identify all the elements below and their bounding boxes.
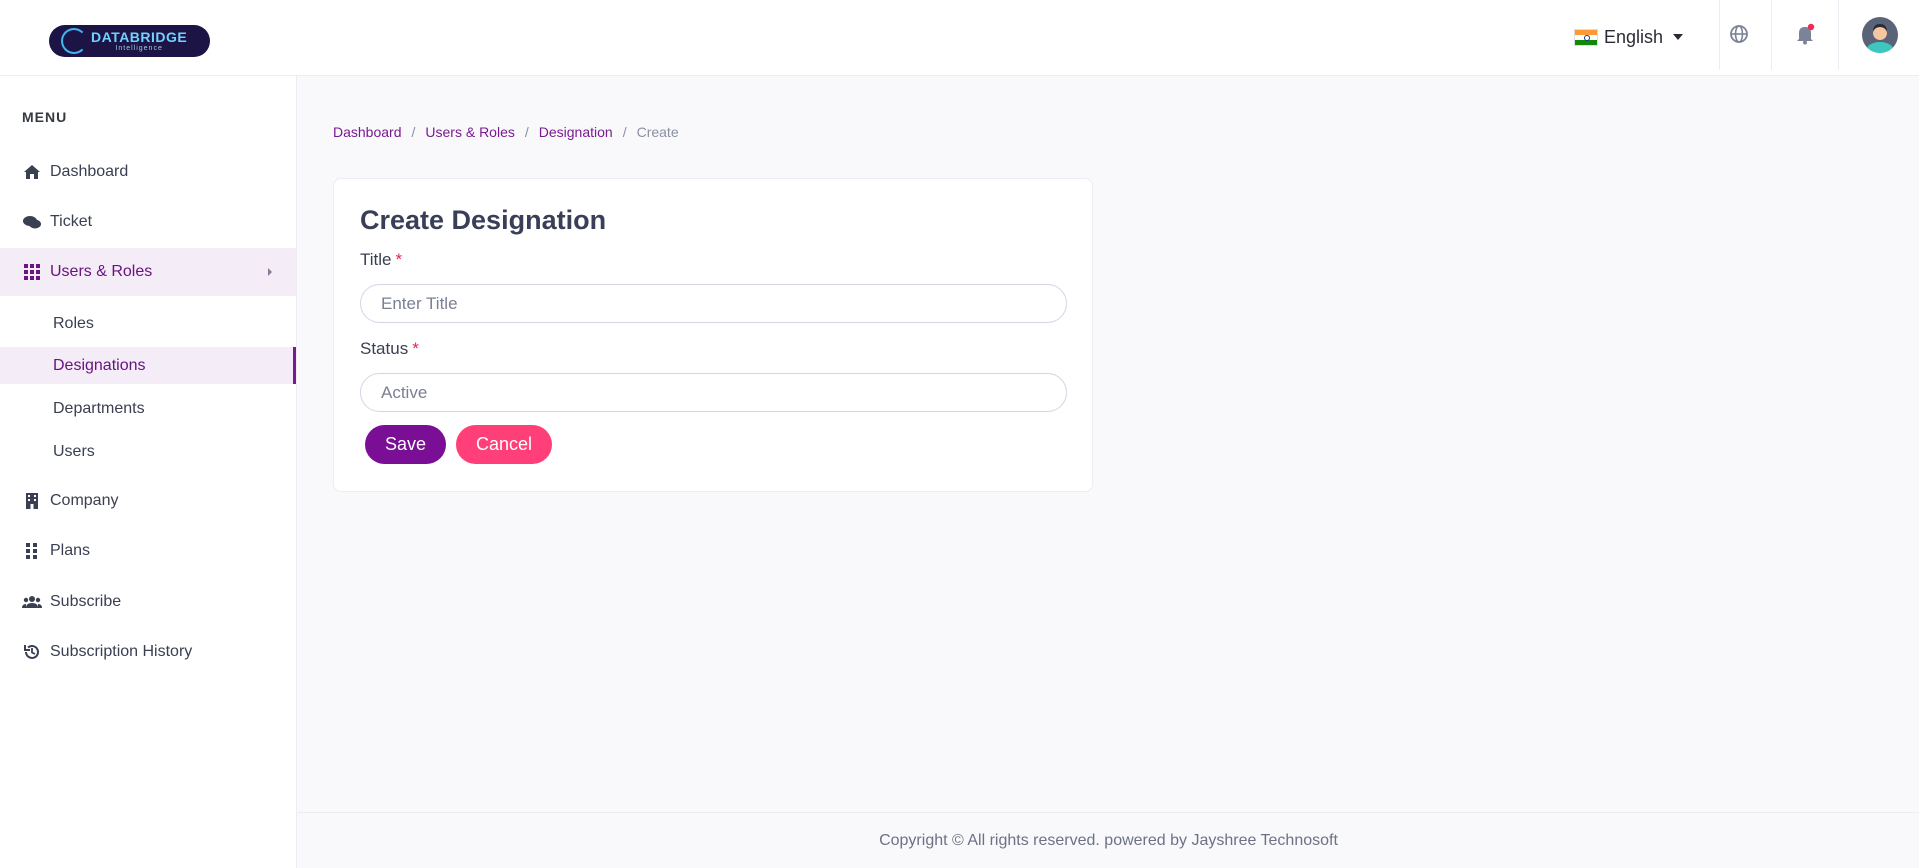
sidebar-subitem-roles[interactable]: Roles [0,305,296,342]
india-flag-icon [1574,28,1598,46]
logo-name: DATABRIDGE [91,29,188,45]
copyright-text: Copyright © All rights reserved. powered… [879,831,1338,849]
status-select[interactable]: Active [360,373,1067,412]
sidebar-subitem-designations[interactable]: Designations [0,347,296,384]
home-icon [22,162,42,182]
avatar-icon [1862,17,1898,53]
sidebar-subitem-departments[interactable]: Departments [0,390,296,427]
menu-title: MENU [22,109,68,125]
save-button[interactable]: Save [365,425,446,464]
caret-down-icon [1673,34,1684,40]
logo-mark-icon [61,28,87,54]
breadcrumb-separator: / [622,124,627,140]
comments-icon [22,212,42,232]
required-mark: * [395,250,403,269]
language-selector[interactable]: English [1574,24,1684,50]
required-mark: * [412,339,419,358]
user-avatar[interactable] [1862,17,1898,53]
breadcrumb-separator: / [411,124,416,140]
building-icon [22,491,42,511]
sidebar-item-label: Ticket [50,213,93,230]
top-bar: DATABRIDGE Intelligence English [0,0,1919,76]
dots-grid-icon [22,541,42,561]
sidebar-item-dashboard[interactable]: Dashboard [0,148,296,196]
sidebar-subitem-label: Designations [53,356,146,374]
sidebar-item-label: Subscribe [50,593,122,610]
chevron-right-icon [268,268,272,276]
sidebar-item-subscription-history[interactable]: Subscription History [0,628,296,676]
breadcrumb-users-roles[interactable]: Users & Roles [425,124,514,140]
status-label: Status * [360,339,419,358]
breadcrumb: Dashboard / Users & Roles / Designation … [333,124,679,140]
sidebar-item-plans[interactable]: Plans [0,527,296,575]
footer: Copyright © All rights reserved. powered… [298,812,1919,868]
status-value: Active [381,382,428,402]
sidebar-item-ticket[interactable]: Ticket [0,198,296,246]
globe-button[interactable] [1719,18,1759,50]
create-designation-card: Create Designation Title* Status* Active… [333,178,1093,492]
sidebar: MENU Dashboard Ticket Users & Roles Role… [0,76,297,868]
title-input[interactable] [360,284,1067,323]
sidebar-subitem-users[interactable]: Users [0,433,296,470]
sidebar-item-label: Plans [50,542,91,559]
title-label: Title * [360,250,403,269]
bell-icon [1797,23,1815,45]
cancel-button[interactable]: Cancel [456,425,552,464]
header-divider [1771,0,1772,70]
logo-subtitle: Intelligence [115,45,163,52]
sidebar-subitem-label: Users [53,442,95,460]
sidebar-item-label: Company [50,492,119,509]
sidebar-subitem-label: Departments [53,399,145,417]
breadcrumb-separator: / [524,124,529,140]
sidebar-item-label: Dashboard [50,163,129,180]
sidebar-item-users-roles[interactable]: Users & Roles [0,248,296,296]
page-title: Create Designation [360,205,607,235]
header-divider [1838,0,1839,70]
breadcrumb-current: Create [636,124,679,140]
notification-button[interactable] [1785,18,1825,50]
sidebar-item-company[interactable]: Company [0,477,296,525]
sidebar-item-subscribe[interactable]: Subscribe [0,578,296,626]
logo[interactable]: DATABRIDGE Intelligence [49,25,210,57]
sidebar-item-label: Subscription History [50,643,193,660]
history-icon [22,642,42,662]
breadcrumb-designation[interactable]: Designation [539,124,613,140]
grid-icon [22,262,42,282]
users-icon [22,592,42,612]
breadcrumb-dashboard[interactable]: Dashboard [333,124,402,140]
sidebar-item-label: Users & Roles [50,263,153,280]
language-label: English [1604,26,1664,47]
globe-icon [1730,25,1748,43]
sidebar-subitem-label: Roles [53,314,94,332]
